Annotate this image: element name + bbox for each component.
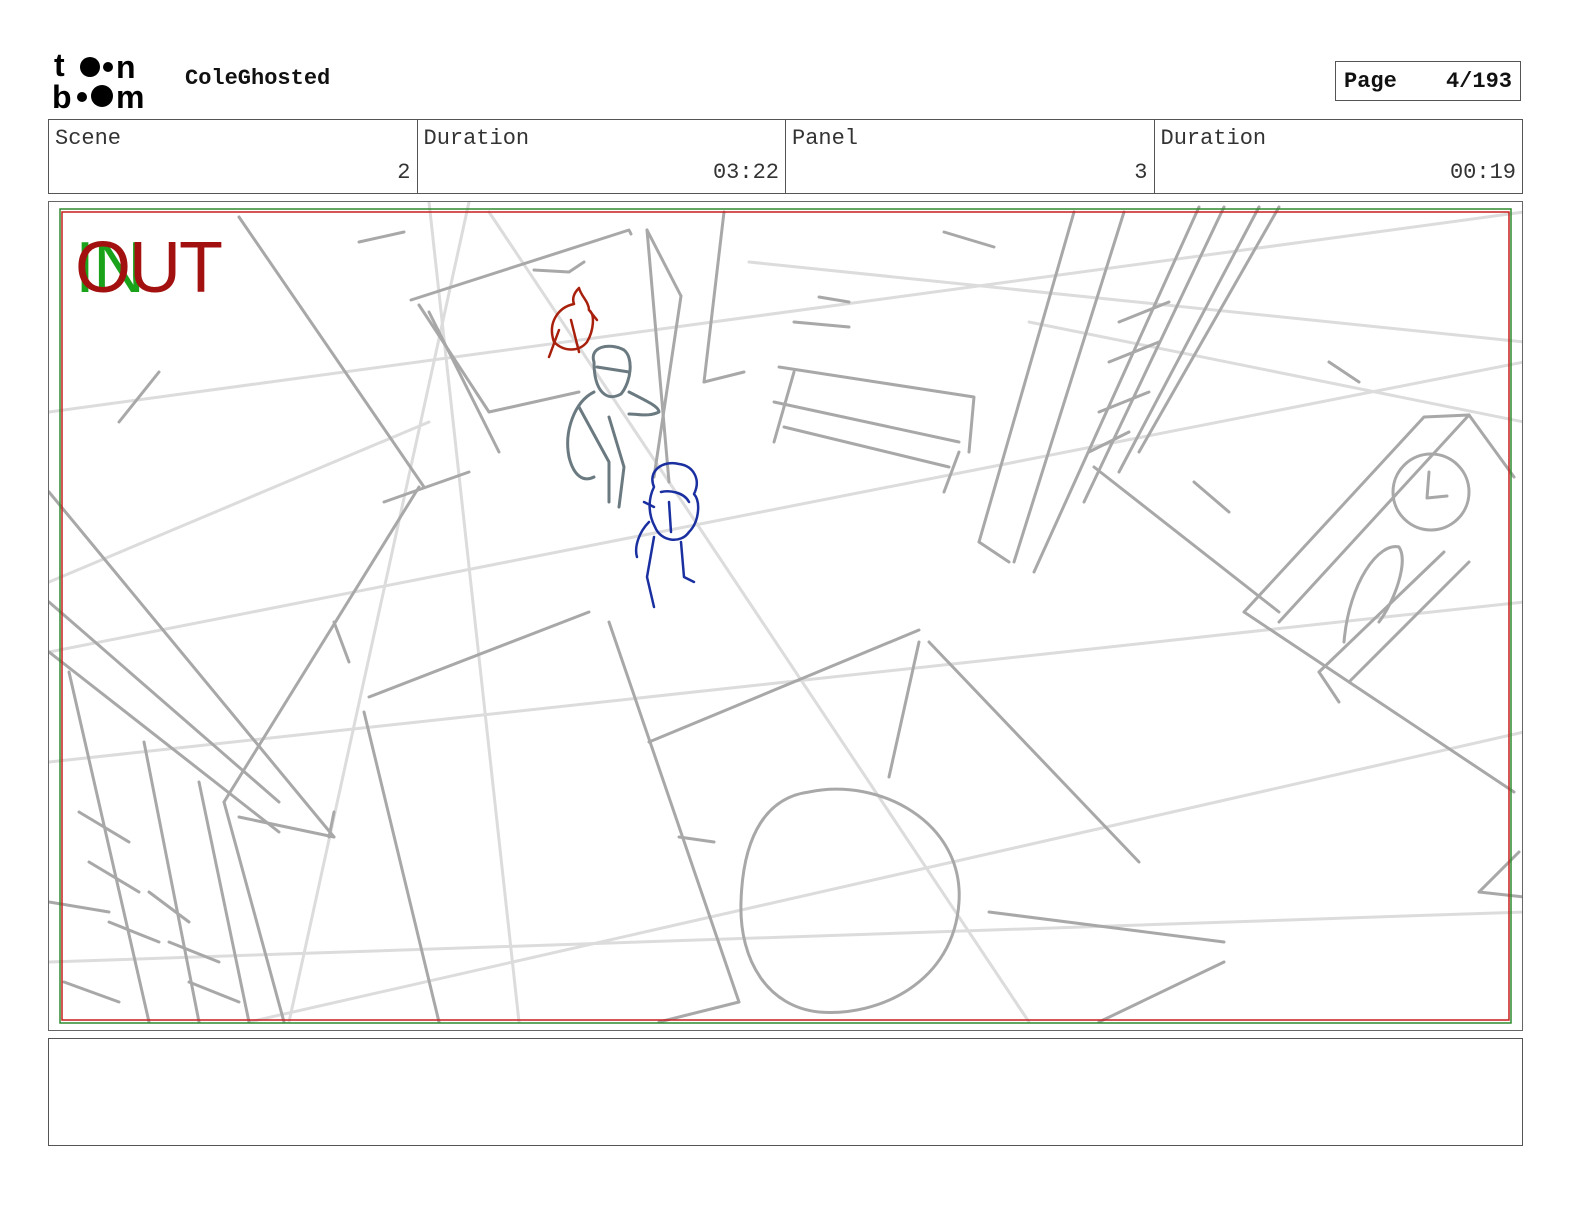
toon-boom-logo: t n b m (52, 47, 164, 115)
panel-duration-cell: Duration 00:19 (1155, 120, 1523, 193)
page-number: 4/193 (1445, 68, 1512, 94)
panel-sketch (49, 202, 1522, 1024)
page-indicator: Page 4/193 (1335, 61, 1521, 101)
panel-notes-box[interactable] (48, 1038, 1523, 1146)
panel-duration-value: 00:19 (1449, 160, 1516, 185)
scene-duration-cell: Duration 03:22 (418, 120, 786, 193)
character-red (547, 286, 599, 359)
storyboard-panel[interactable]: IN OUT (48, 201, 1523, 1031)
svg-text:m: m (116, 79, 144, 112)
scene-cell: Scene 2 (49, 120, 418, 193)
scene-duration-value: 03:22 (712, 160, 779, 185)
light-construction-lines (49, 202, 1522, 1024)
project-title: ColeGhosted (185, 66, 331, 91)
panel-value: 3 (1134, 160, 1148, 185)
scene-info-bar: Scene 2 Duration 03:22 Panel 3 Duration … (48, 119, 1523, 194)
svg-text:b: b (52, 79, 72, 112)
panel-duration-label: Duration (1160, 126, 1267, 151)
character-grey (566, 344, 661, 509)
panel-cell: Panel 3 (786, 120, 1155, 193)
out-marker: OUT (75, 228, 223, 308)
scene-duration-label: Duration (423, 126, 530, 151)
panel-label: Panel (792, 126, 859, 151)
scene-label: Scene (55, 126, 122, 151)
page-label: Page (1344, 68, 1397, 94)
scene-value: 2 (397, 160, 411, 185)
